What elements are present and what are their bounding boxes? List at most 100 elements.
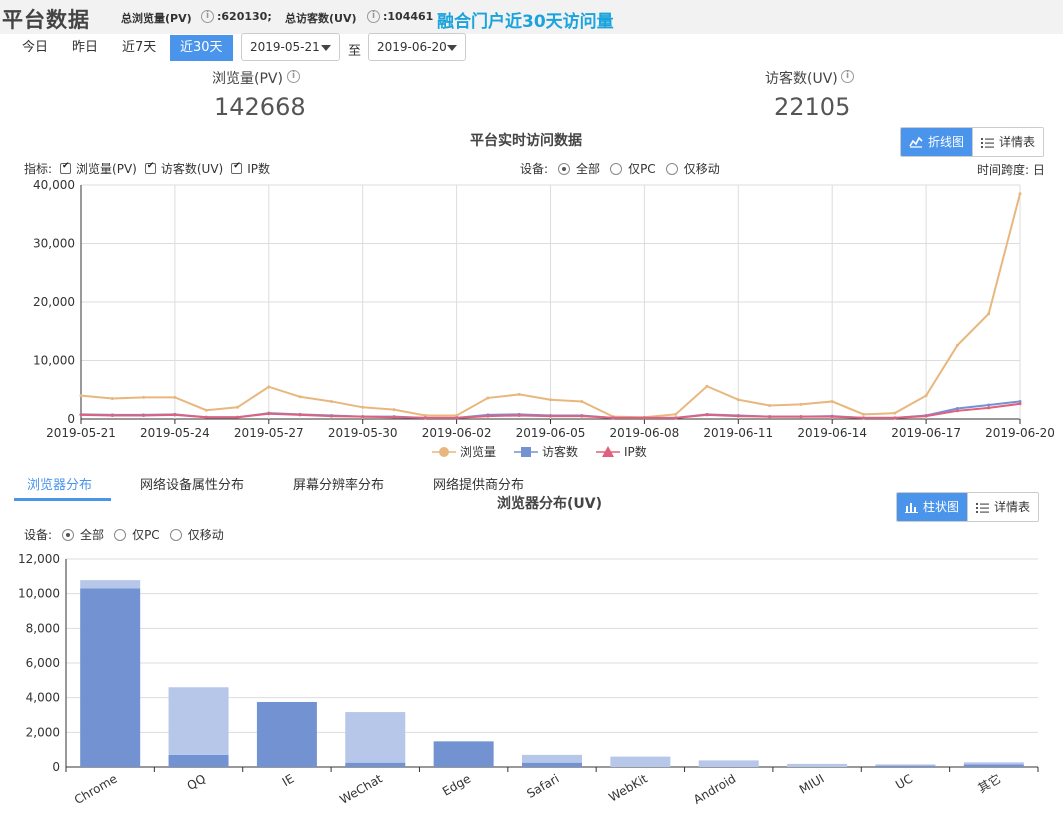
y-tick-label: 2,000: [26, 725, 60, 739]
bar: [433, 741, 494, 767]
y-tick-label: 6,000: [26, 656, 60, 670]
line-chart-button[interactable]: 折线图: [901, 128, 973, 156]
data-point: [423, 416, 427, 420]
browser-detail-table-label: 详情表: [994, 500, 1031, 514]
x-tick-label: 2019-05-24: [140, 426, 210, 440]
data-point: [455, 416, 459, 420]
bar: [345, 762, 406, 767]
tab-network-provider[interactable]: 网络提供商分布: [433, 474, 524, 493]
device-pc-radio[interactable]: [610, 162, 623, 175]
end-date-value: 2019-06-20: [377, 40, 447, 54]
data-point: [392, 415, 396, 419]
browser-device-filter: 设备: 全部 仅PC 仅移动: [24, 526, 224, 543]
start-date-select[interactable]: 2019-05-21: [241, 33, 340, 61]
metric-pv-checkbox[interactable]: [60, 161, 72, 174]
total-pv-label: 总浏览量(PV): [121, 12, 192, 25]
pv-label: 浏览量(PV): [212, 71, 283, 87]
bar: [256, 702, 317, 767]
x-tick-label: Android: [691, 771, 738, 806]
info-icon[interactable]: i: [841, 70, 854, 83]
tab-screen-resolution[interactable]: 屏幕分辨率分布: [293, 474, 384, 493]
y-tick-label: 10,000: [33, 354, 75, 368]
browser-title: 浏览器分布(UV): [497, 496, 602, 512]
bar: [875, 765, 936, 767]
end-date-select[interactable]: 2019-06-20: [368, 33, 466, 61]
chevron-down-icon: [447, 45, 457, 51]
tab-browser[interactable]: 浏览器分布: [27, 474, 92, 493]
data-point: [486, 396, 490, 400]
range-yesterday-button[interactable]: 昨日: [62, 35, 108, 61]
bar: [963, 764, 1024, 767]
browser-device-mobile-label: 仅移动: [187, 528, 224, 542]
data-point: [517, 413, 521, 417]
legend-label: 访客数: [542, 444, 578, 459]
browser-device-mobile-radio[interactable]: [169, 528, 182, 541]
bar: [80, 588, 141, 767]
device-all-radio[interactable]: [558, 162, 571, 175]
browser-device-all-label: 全部: [80, 528, 105, 542]
info-icon[interactable]: i: [287, 70, 300, 83]
start-date-value: 2019-05-21: [250, 40, 320, 54]
x-tick-label: 2019-05-27: [234, 426, 304, 440]
metric-uv-checkbox[interactable]: [144, 161, 156, 174]
browser-detail-table-button[interactable]: 详情表: [967, 493, 1039, 521]
uv-label: 访客数(UV): [765, 71, 838, 87]
data-point: [79, 413, 83, 417]
device-mobile-radio[interactable]: [665, 162, 678, 175]
data-point: [674, 412, 678, 416]
info-icon[interactable]: i: [201, 10, 214, 23]
info-icon[interactable]: i: [367, 10, 380, 23]
browser-device-pc-radio[interactable]: [114, 528, 127, 541]
y-tick-label: 20,000: [33, 295, 75, 309]
page-title: 平台数据: [2, 8, 90, 32]
x-tick-label: IE: [280, 771, 297, 789]
range-today-button[interactable]: 今日: [12, 35, 58, 61]
range-7days-button[interactable]: 近7天: [112, 35, 166, 61]
bar: [345, 712, 406, 763]
tab-network-device[interactable]: 网络设备属性分布: [140, 474, 244, 493]
data-point: [893, 416, 897, 420]
data-point: [768, 404, 772, 408]
line-chart-icon: [909, 136, 923, 148]
data-point: [110, 413, 114, 417]
data-point: [329, 399, 333, 403]
data-point: [110, 397, 114, 401]
data-point: [736, 414, 740, 418]
x-tick-label: WebKit: [606, 771, 650, 804]
x-tick-label: 2019-06-17: [891, 426, 961, 440]
detail-table-button[interactable]: 详情表: [972, 128, 1044, 156]
data-point: [705, 413, 709, 417]
bar: [610, 756, 671, 767]
data-point: [955, 343, 959, 347]
data-point: [1018, 402, 1022, 406]
y-tick-label: 0: [67, 412, 75, 426]
bar: [168, 687, 229, 755]
browser-device-all-radio[interactable]: [62, 528, 75, 541]
data-point: [1018, 192, 1022, 196]
y-tick-label: 10,000: [18, 587, 60, 601]
range-30days-button[interactable]: 近30天: [170, 35, 233, 61]
bar-chart-label: 柱状图: [923, 500, 960, 514]
data-point: [236, 415, 239, 419]
data-point: [173, 395, 177, 399]
browser-bar-chart: 0 2,000 4,000 6,000 8,000 10,000 12,000 Chrome Q…: [18, 552, 1039, 807]
data-point: [830, 415, 834, 419]
data-point: [298, 395, 302, 399]
data-point: [361, 415, 365, 419]
data-point: [611, 416, 615, 420]
data-point: [329, 414, 333, 418]
data-point: [79, 394, 83, 398]
data-point: [642, 416, 646, 420]
data-point: [955, 409, 959, 413]
browser-device-pc-label: 仅PC: [132, 528, 160, 542]
bar-chart-button[interactable]: 柱状图: [897, 493, 968, 521]
x-tick-label: Edge: [440, 771, 473, 798]
bar: [80, 580, 141, 589]
x-tick-label: 2019-05-30: [328, 426, 398, 440]
uv-value: 22105: [774, 93, 851, 121]
chevron-down-icon: [321, 45, 331, 51]
data-point: [736, 398, 740, 402]
metric-ip-checkbox[interactable]: [231, 161, 243, 174]
browser-view-toggle: 柱状图 详情表: [896, 492, 1040, 522]
x-tick-label: WeChat: [337, 771, 385, 807]
